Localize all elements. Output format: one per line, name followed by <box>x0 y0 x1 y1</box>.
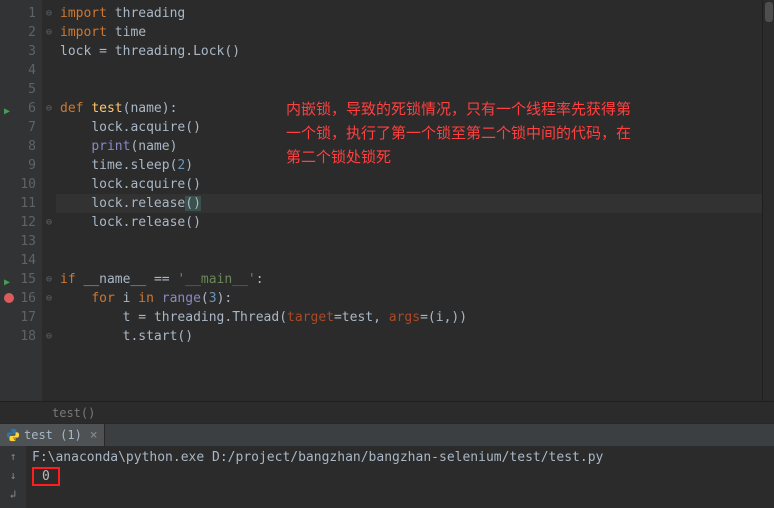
code-line[interactable] <box>56 232 762 251</box>
code-line[interactable]: lock.release() <box>56 194 762 213</box>
line-number[interactable]: 15▶ <box>0 270 42 289</box>
code-area[interactable]: import threadingimport timelock = thread… <box>56 0 762 401</box>
fold-toggle[interactable]: ⊖ <box>42 270 56 289</box>
line-number[interactable]: 16 <box>0 289 42 308</box>
annotation-overlay: 内嵌锁，导致的死锁情况，只有一个线程率先获得第 一个锁，执行了第一个锁至第二个锁… <box>286 98 762 170</box>
annotation-line-2: 一个锁，执行了第一个锁至第二个锁中间的代码，在 <box>286 122 762 146</box>
annotation-line-1: 内嵌锁，导致的死锁情况，只有一个线程率先获得第 <box>286 98 762 122</box>
editor-scrollbar[interactable] <box>762 0 774 401</box>
line-number[interactable]: 8 <box>0 137 42 156</box>
editor-area: 123456▶789101112131415▶161718 ⊖⊖⊖⊖⊖⊖⊖ im… <box>0 0 774 401</box>
line-number-gutter: 123456▶789101112131415▶161718 <box>0 0 42 401</box>
line-number[interactable]: 12 <box>0 213 42 232</box>
code-line[interactable]: lock.acquire() <box>56 175 762 194</box>
code-line[interactable]: t.start() <box>56 327 762 346</box>
fold-toggle <box>42 137 56 156</box>
fold-toggle[interactable]: ⊖ <box>42 327 56 346</box>
fold-toggle[interactable]: ⊖ <box>42 289 56 308</box>
fold-toggle[interactable]: ⊖ <box>42 4 56 23</box>
code-line[interactable] <box>56 251 762 270</box>
code-line[interactable]: lock.release() <box>56 213 762 232</box>
line-number[interactable]: 2 <box>0 23 42 42</box>
code-line[interactable] <box>56 80 762 99</box>
console-toolbar: ↑ ↓ ↲ <box>0 446 26 508</box>
wrap-icon[interactable]: ↲ <box>10 488 17 501</box>
console-highlighted-output: 0 <box>32 467 60 486</box>
fold-toggle <box>42 175 56 194</box>
line-number[interactable]: 5 <box>0 80 42 99</box>
fold-toggle <box>42 232 56 251</box>
line-number[interactable]: 13 <box>0 232 42 251</box>
line-number[interactable]: 1 <box>0 4 42 23</box>
fold-toggle <box>42 61 56 80</box>
console-tab-test[interactable]: test (1) × <box>0 424 105 447</box>
fold-toggle <box>42 118 56 137</box>
console-tabs: test (1) × <box>0 423 774 446</box>
line-number[interactable]: 11 <box>0 194 42 213</box>
fold-toggle[interactable]: ⊖ <box>42 99 56 118</box>
code-line[interactable]: import threading <box>56 4 762 23</box>
code-line[interactable]: for i in range(3): <box>56 289 762 308</box>
annotation-line-3: 第二个锁处锁死 <box>286 146 762 170</box>
fold-toggle[interactable]: ⊖ <box>42 23 56 42</box>
python-icon <box>6 428 20 442</box>
line-number[interactable]: 9 <box>0 156 42 175</box>
code-line[interactable] <box>56 61 762 80</box>
fold-toggle <box>42 194 56 213</box>
scroll-down-icon[interactable]: ↓ <box>10 469 17 482</box>
console-tab-label: test (1) <box>24 428 82 442</box>
line-number[interactable]: 14 <box>0 251 42 270</box>
fold-toggle <box>42 156 56 175</box>
line-number[interactable]: 10 <box>0 175 42 194</box>
scrollbar-thumb[interactable] <box>765 2 773 22</box>
line-number[interactable]: 18 <box>0 327 42 346</box>
breadcrumb[interactable]: test() <box>0 401 774 423</box>
line-number[interactable]: 6▶ <box>0 99 42 118</box>
fold-toggle <box>42 42 56 61</box>
line-number[interactable]: 3 <box>0 42 42 61</box>
scroll-up-icon[interactable]: ↑ <box>10 450 17 463</box>
fold-toggle <box>42 80 56 99</box>
fold-toggle <box>42 308 56 327</box>
line-number[interactable]: 17 <box>0 308 42 327</box>
line-number[interactable]: 7 <box>0 118 42 137</box>
code-line[interactable]: import time <box>56 23 762 42</box>
code-line[interactable]: lock = threading.Lock() <box>56 42 762 61</box>
code-line[interactable]: t = threading.Thread(target=test, args=(… <box>56 308 762 327</box>
breadcrumb-text: test() <box>52 406 95 420</box>
fold-toggle[interactable]: ⊖ <box>42 213 56 232</box>
fold-column: ⊖⊖⊖⊖⊖⊖⊖ <box>42 0 56 401</box>
close-icon[interactable]: × <box>86 428 98 443</box>
line-number[interactable]: 4 <box>0 61 42 80</box>
fold-toggle <box>42 251 56 270</box>
console-output[interactable]: F:\anaconda\python.exe D:/project/bangzh… <box>26 446 774 508</box>
console-body: ↑ ↓ ↲ F:\anaconda\python.exe D:/project/… <box>0 446 774 508</box>
code-line[interactable]: if __name__ == '__main__': <box>56 270 762 289</box>
console-command: F:\anaconda\python.exe D:/project/bangzh… <box>32 450 768 465</box>
breakpoint-icon[interactable] <box>4 293 14 303</box>
